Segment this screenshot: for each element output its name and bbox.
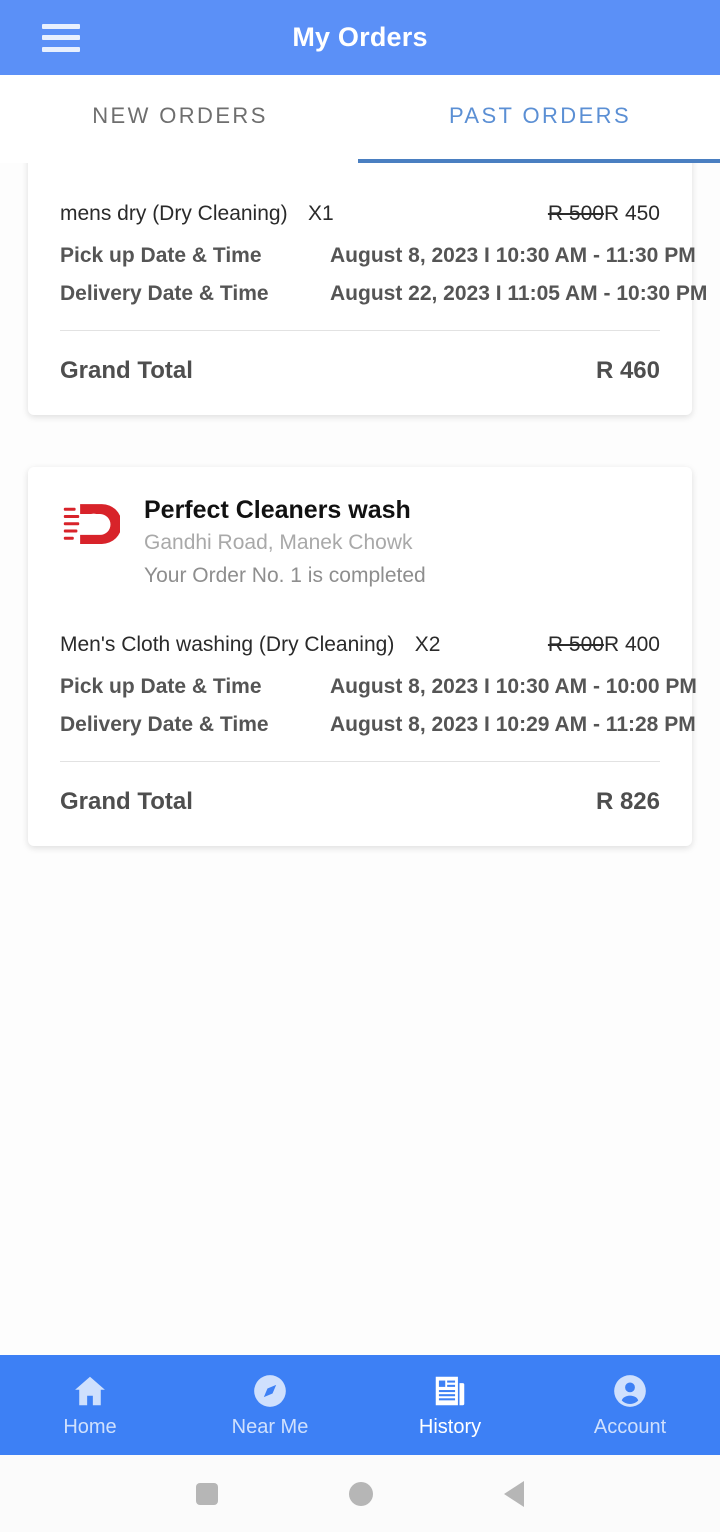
divider: [60, 761, 660, 762]
delivery-label: Delivery Date & Time: [60, 713, 269, 736]
order-item-row: mens dry (Dry Cleaning) X1 R 500R 450: [60, 202, 660, 226]
delivery-label: Delivery Date & Time: [60, 281, 269, 305]
nav-item-account-label: Account: [593, 1415, 667, 1438]
hamburger-line: [42, 23, 80, 29]
delivery-value: August 8, 2023 I 10:29 AM - 11:28 PM: [330, 713, 696, 736]
page-title: My Orders: [292, 22, 428, 52]
shop-address: Gandhi Road, Manek Chowk: [144, 531, 413, 555]
grand-total-value: R 460: [595, 356, 660, 384]
orders-scroll-area[interactable]: Nonhara, Dist- Ghazipur Your Order No. 2…: [0, 163, 720, 1355]
order-card-body: Men's Cloth washing (Dry Cleaning) X2 R …: [60, 633, 697, 816]
hamburger-menu-icon[interactable]: [42, 23, 80, 52]
order-card[interactable]: Nonhara, Dist- Ghazipur Your Order No. 2…: [28, 163, 707, 415]
order-item-qty: X1: [308, 201, 334, 225]
pickup-value: August 8, 2023 I 10:30 AM - 11:30 PM: [330, 243, 696, 267]
order-item-price: R 500R 450: [548, 202, 660, 226]
pickup-row: Pick up Date & Time August 8, 2023 I 10:…: [60, 243, 696, 268]
tab-new-orders[interactable]: NEW ORDERS: [0, 75, 360, 163]
orders-list: Nonhara, Dist- Ghazipur Your Order No. 2…: [28, 163, 707, 898]
hamburger-line: [42, 46, 80, 52]
delivery-row: Delivery Date & Time August 22, 2023 I 1…: [60, 281, 707, 306]
bottom-navigation-bar: Home Near Me History Account: [0, 1355, 720, 1455]
order-item-name: mens dry (Dry Cleaning): [60, 201, 288, 225]
order-card-header-text: Perfect Cleaners wash Gandhi Road, Manek…: [144, 493, 660, 591]
circle-home-icon[interactable]: [348, 1481, 373, 1506]
delivery-row: Delivery Date & Time August 8, 2023 I 10…: [60, 713, 696, 737]
grand-total-label: Grand Total: [60, 788, 193, 815]
compass-icon: [251, 1372, 289, 1410]
order-item-price-original: R 500: [547, 633, 604, 656]
grand-total-value: R 826: [595, 788, 660, 815]
order-card-header: Perfect Cleaners wash Gandhi Road, Manek…: [60, 493, 660, 591]
tab-bar: NEW ORDERS PAST ORDERS: [0, 75, 720, 163]
newspaper-icon: [431, 1372, 469, 1410]
order-item-price-final: R 450: [603, 201, 660, 225]
square-recents-icon[interactable]: [195, 1482, 218, 1505]
nav-item-near-me-label: Near Me: [231, 1415, 309, 1438]
order-item-price-original: R 500: [547, 201, 604, 225]
order-status: Your Order No. 1 is completed: [144, 563, 426, 587]
app-bar: My Orders: [0, 0, 720, 75]
grand-total-row: Grand Total R 460: [60, 357, 660, 385]
order-item-left: mens dry (Dry Cleaning) X1: [60, 202, 334, 226]
shop-name: Perfect Cleaners wash: [144, 495, 411, 524]
grand-total-row: Grand Total R 826: [60, 788, 660, 816]
nav-item-near-me[interactable]: Near Me: [180, 1372, 360, 1439]
nav-item-home-label: Home: [63, 1415, 117, 1438]
pickup-label: Pick up Date & Time: [60, 675, 262, 698]
order-card[interactable]: Perfect Cleaners wash Gandhi Road, Manek…: [28, 466, 697, 846]
home-icon: [71, 1372, 109, 1410]
nav-item-account[interactable]: Account: [540, 1372, 720, 1439]
order-item-price-final: R 400: [603, 633, 660, 656]
nav-item-home[interactable]: Home: [0, 1372, 180, 1439]
system-navigation-bar: [0, 1455, 720, 1532]
delivery-value: August 22, 2023 I 11:05 AM - 10:30 PM: [330, 281, 708, 305]
order-item-name: Men's Cloth washing (Dry Cleaning): [60, 633, 395, 656]
order-item-left: Men's Cloth washing (Dry Cleaning) X2: [60, 633, 440, 657]
tab-past-orders[interactable]: PAST ORDERS: [360, 75, 720, 163]
nav-item-history[interactable]: History: [360, 1372, 540, 1439]
divider: [60, 329, 660, 331]
triangle-back-icon[interactable]: [504, 1480, 525, 1507]
pickup-value: August 8, 2023 I 10:30 AM - 10:00 PM: [330, 675, 697, 698]
order-item-row: Men's Cloth washing (Dry Cleaning) X2 R …: [60, 633, 660, 657]
grand-total-label: Grand Total: [60, 356, 193, 384]
order-item-price: R 500R 400: [548, 633, 660, 657]
order-card-body: mens dry (Dry Cleaning) X1 R 500R 450 Pi…: [60, 202, 707, 385]
pickup-label: Pick up Date & Time: [60, 243, 262, 267]
order-item-qty: X2: [414, 633, 441, 656]
nav-item-history-label: History: [418, 1415, 482, 1438]
hamburger-line: [42, 35, 80, 40]
app-screen: My Orders NEW ORDERS PAST ORDERS Nonhara…: [0, 0, 720, 1532]
perfect-cleaners-logo-icon: [60, 493, 122, 555]
account-person-icon: [611, 1372, 649, 1410]
pickup-row: Pick up Date & Time August 8, 2023 I 10:…: [60, 675, 697, 699]
